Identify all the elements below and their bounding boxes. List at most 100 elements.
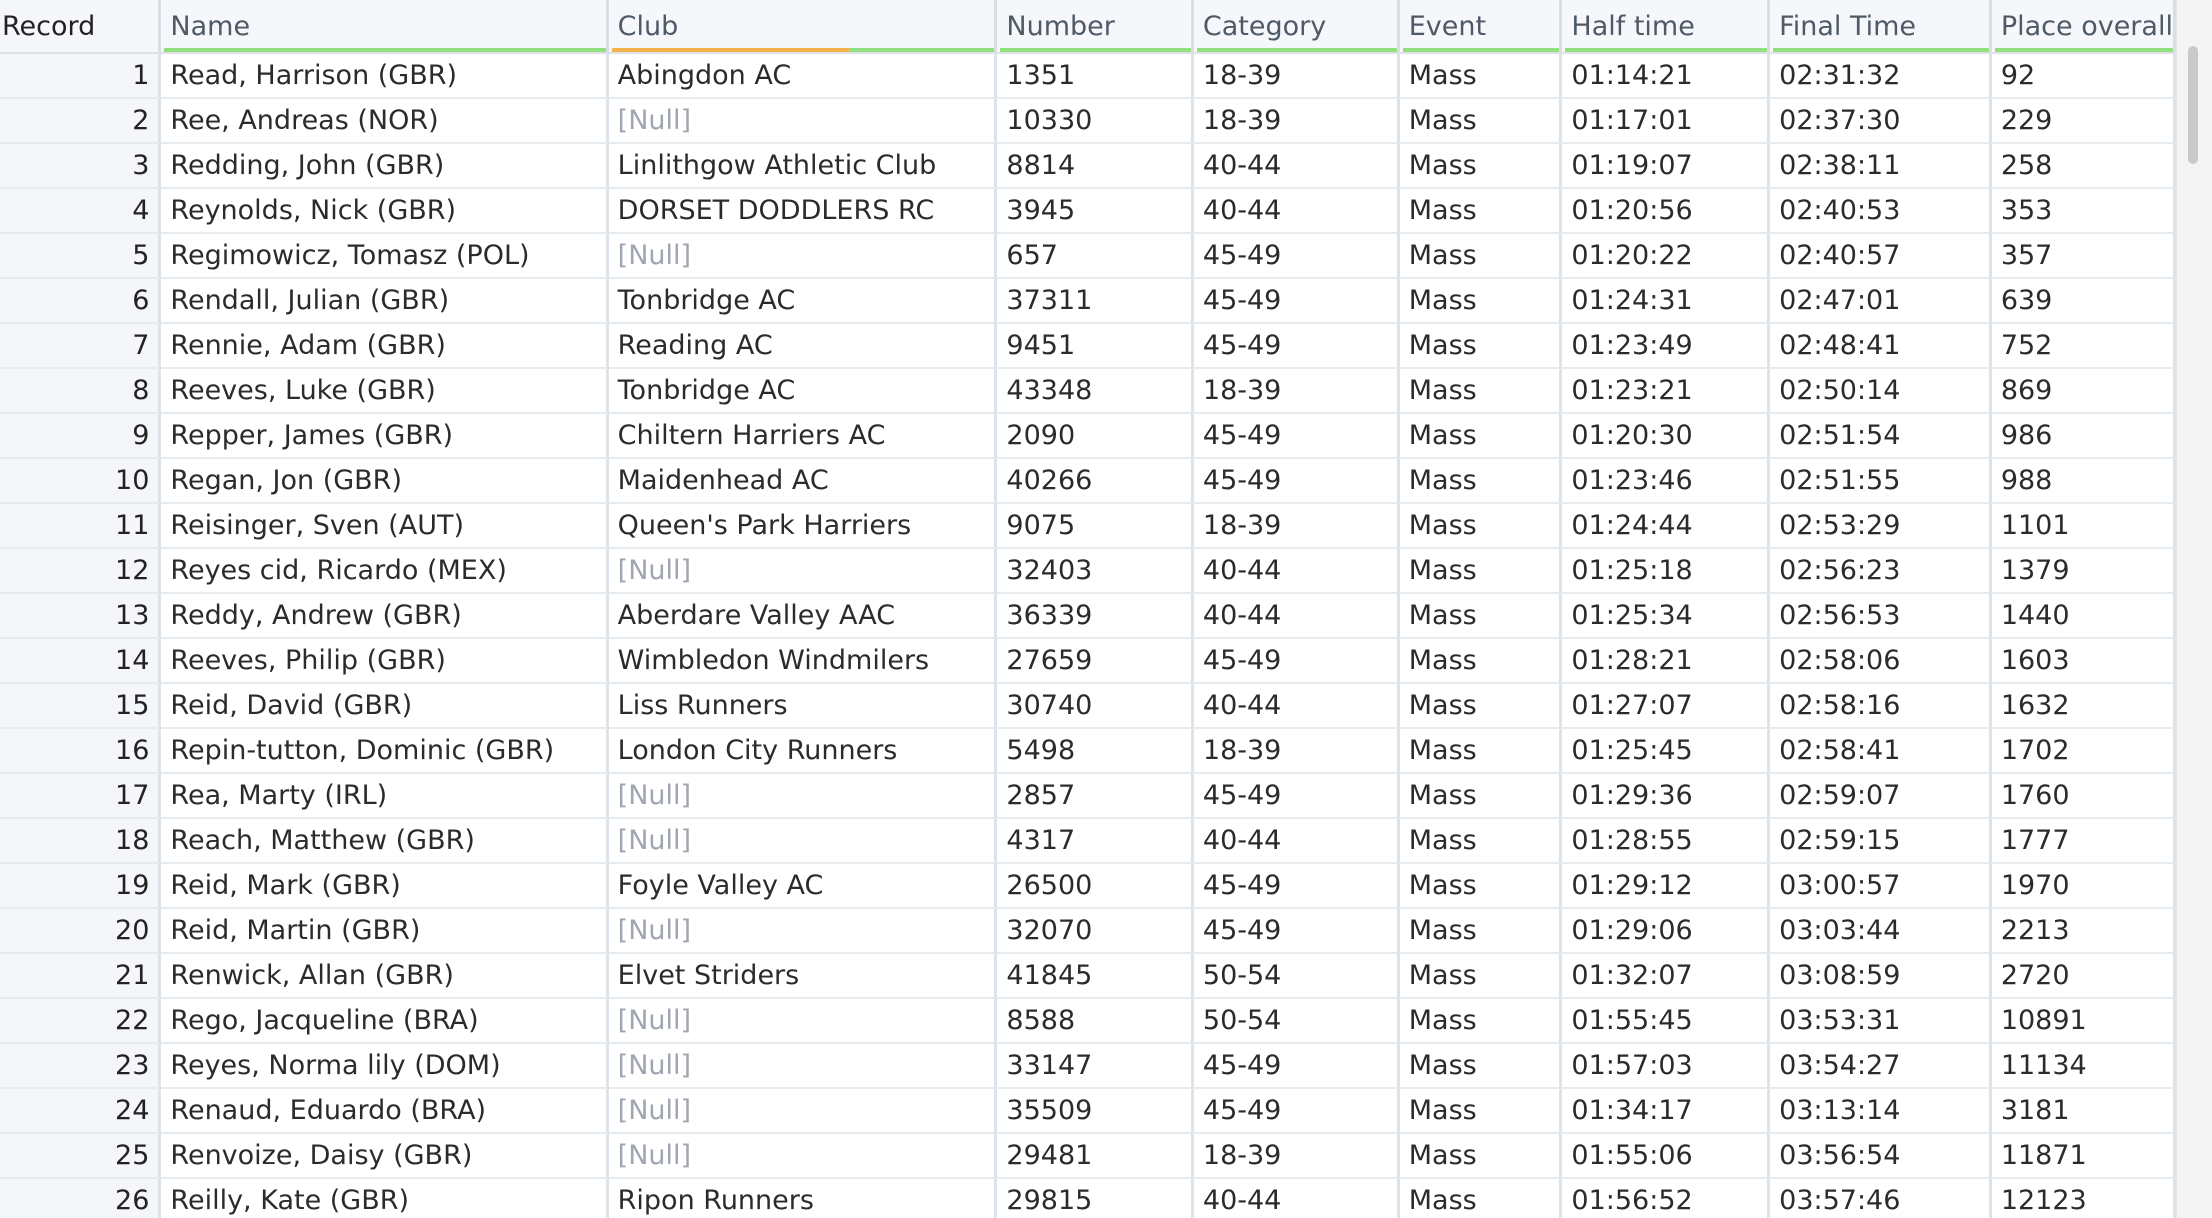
cell-place-overall[interactable]: 353 bbox=[1991, 189, 2176, 234]
cell-club[interactable]: [Null] bbox=[608, 99, 998, 144]
cell-club[interactable]: Liss Runners bbox=[608, 684, 998, 729]
cell-number[interactable]: 10330 bbox=[997, 99, 1194, 144]
cell-place-overall[interactable]: 1379 bbox=[1991, 549, 2176, 594]
cell-club[interactable]: [Null] bbox=[608, 999, 998, 1044]
cell-half-time[interactable]: 01:20:30 bbox=[1562, 414, 1771, 459]
cell-record[interactable]: 5 bbox=[0, 234, 162, 279]
cell-number[interactable]: 4317 bbox=[997, 819, 1194, 864]
cell-final-time[interactable]: 03:00:57 bbox=[1770, 864, 1992, 909]
cell-place-overall[interactable]: 1603 bbox=[1991, 639, 2176, 684]
cell-place-overall[interactable]: 1970 bbox=[1991, 864, 2176, 909]
cell-half-time[interactable]: 01:29:12 bbox=[1562, 864, 1771, 909]
cell-record[interactable]: 23 bbox=[0, 1044, 162, 1089]
cell-event[interactable]: Mass bbox=[1399, 504, 1563, 549]
cell-category[interactable]: 45-49 bbox=[1193, 774, 1400, 819]
cell-category[interactable]: 18-39 bbox=[1193, 1134, 1400, 1179]
cell-category[interactable]: 18-39 bbox=[1193, 504, 1400, 549]
cell-event[interactable]: Mass bbox=[1399, 909, 1563, 954]
cell-half-time[interactable]: 01:25:34 bbox=[1562, 594, 1771, 639]
cell-name[interactable]: Renvoize, Daisy (GBR) bbox=[161, 1134, 609, 1179]
cell-number[interactable]: 37311 bbox=[997, 279, 1194, 324]
results-grid[interactable]: Record Name Club Number Category Event H… bbox=[0, 0, 2176, 1218]
cell-name[interactable]: Regan, Jon (GBR) bbox=[161, 459, 609, 504]
cell-number[interactable]: 27659 bbox=[997, 639, 1194, 684]
cell-half-time[interactable]: 01:28:21 bbox=[1562, 639, 1771, 684]
cell-number[interactable]: 35509 bbox=[997, 1089, 1194, 1134]
cell-place-overall[interactable]: 1702 bbox=[1991, 729, 2176, 774]
cell-record[interactable]: 16 bbox=[0, 729, 162, 774]
table-row[interactable]: 14 Reeves, Philip (GBR) Wimbledon Windmile… bbox=[0, 639, 2176, 684]
cell-half-time[interactable]: 01:27:07 bbox=[1562, 684, 1771, 729]
cell-half-time[interactable]: 01:25:45 bbox=[1562, 729, 1771, 774]
cell-half-time[interactable]: 01:28:55 bbox=[1562, 819, 1771, 864]
cell-category[interactable]: 18-39 bbox=[1193, 54, 1400, 99]
cell-half-time[interactable]: 01:29:06 bbox=[1562, 909, 1771, 954]
table-row[interactable]: 1 Read, Harrison (GBR) Abingdon AC 1351 18-3… bbox=[0, 54, 2176, 99]
cell-half-time[interactable]: 01:14:21 bbox=[1562, 54, 1771, 99]
column-header-record[interactable]: Record bbox=[0, 0, 162, 54]
cell-half-time[interactable]: 01:23:21 bbox=[1562, 369, 1771, 414]
column-header-place-overall[interactable]: Place overall bbox=[1991, 0, 2176, 54]
cell-club[interactable]: Reading AC bbox=[608, 324, 998, 369]
cell-club[interactable]: Linlithgow Athletic Club bbox=[608, 144, 998, 189]
cell-final-time[interactable]: 02:40:53 bbox=[1770, 189, 1992, 234]
cell-club[interactable]: [Null] bbox=[608, 1134, 998, 1179]
column-header-name[interactable]: Name bbox=[161, 0, 609, 54]
cell-category[interactable]: 50-54 bbox=[1193, 999, 1400, 1044]
cell-number[interactable]: 8814 bbox=[997, 144, 1194, 189]
cell-category[interactable]: 18-39 bbox=[1193, 99, 1400, 144]
cell-number[interactable]: 9451 bbox=[997, 324, 1194, 369]
cell-half-time[interactable]: 01:29:36 bbox=[1562, 774, 1771, 819]
cell-number[interactable]: 32403 bbox=[997, 549, 1194, 594]
cell-final-time[interactable]: 03:08:59 bbox=[1770, 954, 1992, 999]
cell-event[interactable]: Mass bbox=[1399, 819, 1563, 864]
cell-club[interactable]: [Null] bbox=[608, 774, 998, 819]
table-row[interactable]: 5 Regimowicz, Tomasz (POL) [Null] 657 45-49 M… bbox=[0, 234, 2176, 279]
cell-event[interactable]: Mass bbox=[1399, 234, 1563, 279]
cell-name[interactable]: Reddy, Andrew (GBR) bbox=[161, 594, 609, 639]
cell-place-overall[interactable]: 229 bbox=[1991, 99, 2176, 144]
cell-half-time[interactable]: 01:20:22 bbox=[1562, 234, 1771, 279]
cell-record[interactable]: 1 bbox=[0, 54, 162, 99]
cell-half-time[interactable]: 01:23:49 bbox=[1562, 324, 1771, 369]
cell-number[interactable]: 41845 bbox=[997, 954, 1194, 999]
cell-event[interactable]: Mass bbox=[1399, 639, 1563, 684]
cell-place-overall[interactable]: 986 bbox=[1991, 414, 2176, 459]
cell-final-time[interactable]: 03:56:54 bbox=[1770, 1134, 1992, 1179]
cell-event[interactable]: Mass bbox=[1399, 189, 1563, 234]
cell-event[interactable]: Mass bbox=[1399, 144, 1563, 189]
column-header-event[interactable]: Event bbox=[1399, 0, 1563, 54]
cell-club[interactable]: Elvet Striders bbox=[608, 954, 998, 999]
cell-final-time[interactable]: 02:58:06 bbox=[1770, 639, 1992, 684]
table-row[interactable]: 3 Redding, John (GBR) Linlithgow Athletic … bbox=[0, 144, 2176, 189]
cell-final-time[interactable]: 02:58:16 bbox=[1770, 684, 1992, 729]
cell-number[interactable]: 2857 bbox=[997, 774, 1194, 819]
cell-final-time[interactable]: 02:31:32 bbox=[1770, 54, 1992, 99]
cell-category[interactable]: 40-44 bbox=[1193, 144, 1400, 189]
cell-place-overall[interactable]: 3181 bbox=[1991, 1089, 2176, 1134]
column-header-number[interactable]: Number bbox=[997, 0, 1194, 54]
cell-event[interactable]: Mass bbox=[1399, 594, 1563, 639]
cell-event[interactable]: Mass bbox=[1399, 369, 1563, 414]
cell-number[interactable]: 2090 bbox=[997, 414, 1194, 459]
cell-category[interactable]: 40-44 bbox=[1193, 189, 1400, 234]
table-row[interactable]: 16 Repin-tutton, Dominic (GBR) London City… bbox=[0, 729, 2176, 774]
table-row[interactable]: 22 Rego, Jacqueline (BRA) [Null] 8588 50-54 M… bbox=[0, 999, 2176, 1044]
cell-half-time[interactable]: 01:24:31 bbox=[1562, 279, 1771, 324]
cell-place-overall[interactable]: 2720 bbox=[1991, 954, 2176, 999]
cell-name[interactable]: Renaud, Eduardo (BRA) bbox=[161, 1089, 609, 1134]
cell-final-time[interactable]: 02:48:41 bbox=[1770, 324, 1992, 369]
cell-category[interactable]: 45-49 bbox=[1193, 414, 1400, 459]
cell-name[interactable]: Reid, David (GBR) bbox=[161, 684, 609, 729]
cell-record[interactable]: 4 bbox=[0, 189, 162, 234]
cell-final-time[interactable]: 02:40:57 bbox=[1770, 234, 1992, 279]
cell-place-overall[interactable]: 1101 bbox=[1991, 504, 2176, 549]
cell-category[interactable]: 18-39 bbox=[1193, 369, 1400, 414]
cell-record[interactable]: 25 bbox=[0, 1134, 162, 1179]
cell-club[interactable]: Maidenhead AC bbox=[608, 459, 998, 504]
cell-number[interactable]: 5498 bbox=[997, 729, 1194, 774]
cell-event[interactable]: Mass bbox=[1399, 1044, 1563, 1089]
cell-number[interactable]: 29481 bbox=[997, 1134, 1194, 1179]
cell-number[interactable]: 32070 bbox=[997, 909, 1194, 954]
cell-club[interactable]: [Null] bbox=[608, 819, 998, 864]
